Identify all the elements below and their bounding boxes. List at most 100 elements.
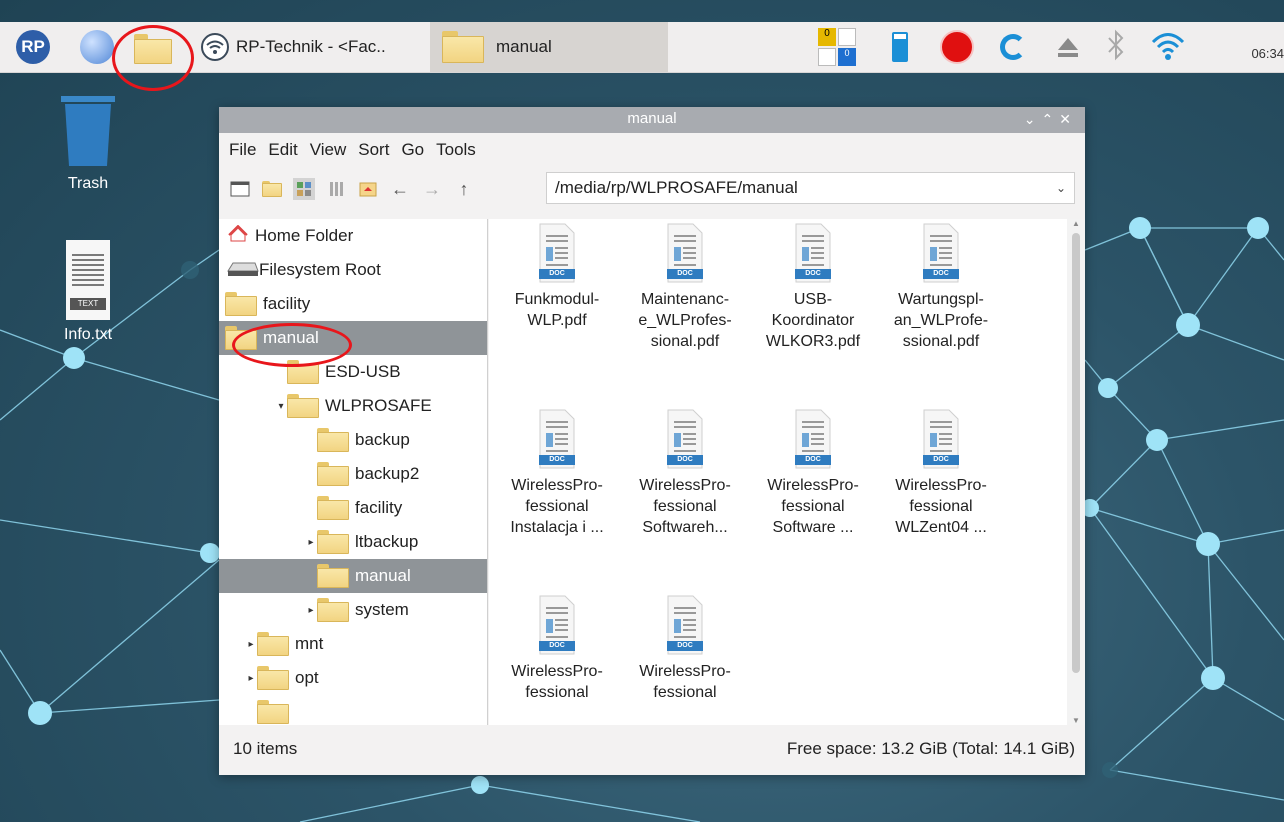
record-stop-icon[interactable] [940,30,974,64]
tree-item[interactable]: ▸ system [219,593,487,627]
doc-badge: DOC [923,455,959,465]
file-item[interactable]: DOC USB- Koordinator WLKOR3.pdf [749,223,877,352]
file-name-line: Wartungspl- [898,291,984,308]
doc-badge: DOC [667,641,703,651]
cpu-monitor-icon[interactable]: 0 0 [818,28,858,68]
clock[interactable]: 06:34 [1251,46,1284,61]
browser-launcher-button[interactable] [80,30,114,64]
file-item[interactable]: DOC Wartungspl-an_WLProfe-ssional.pdf [877,223,1005,352]
tree-item[interactable]: manual [219,559,487,593]
close-icon[interactable]: ✕ [1059,111,1077,127]
tree-item[interactable]: Filesystem Root [219,253,487,287]
tree-item-label: facility [263,294,311,313]
minimize-icon[interactable]: ⌄ [1024,111,1042,127]
path-text: /media/rp/WLPROSAFE/manual [555,178,798,197]
file-name-line: WLZent04 ... [895,519,987,536]
tree-item[interactable]: facility [219,491,487,525]
file-item[interactable]: DOC WirelessPro-fessional Software ... [749,409,877,538]
file-item[interactable]: DOC WirelessPro-fessional Softwareh... [621,409,749,538]
menu-go[interactable]: Go [401,140,424,160]
file-manager-window[interactable]: manual ⌄⌃✕ File Edit View Sort Go Tools … [219,107,1085,775]
file-name: USB- Koordinator WLKOR3.pdf [749,289,877,352]
file-name-line: an_WLProfe- [893,312,989,329]
chevron-down-icon[interactable]: ⌄ [1056,173,1066,203]
file-item[interactable]: DOC Maintenanc-e_WLProfes-sional.pdf [621,223,749,352]
taskbar-window-manual[interactable]: manual [430,22,668,72]
file-item[interactable]: DOC WirelessPro-fessional Instalacja i ... [493,409,621,538]
menu-view[interactable]: View [310,140,347,160]
icon-view-button[interactable] [293,178,315,200]
file-item[interactable]: DOC Funkmodul- WLP.pdf [493,223,621,331]
maximize-icon[interactable]: ⌃ [1042,111,1060,127]
file-name-line: fessional [525,684,589,701]
drive-icon [225,259,259,282]
forward-button[interactable]: → [421,178,443,200]
doc-badge: DOC [667,455,703,465]
expander-closed-icon[interactable]: ▸ [245,673,257,684]
file-item[interactable]: DOC WirelessPro-fessional [493,595,621,703]
expander-open-icon[interactable]: ▾ [275,401,287,412]
desktop-icon-trash[interactable]: Trash [52,96,124,193]
file-grid[interactable]: DOC Funkmodul- WLP.pdf DOC Maintenanc-e_WLPr… [489,219,1067,725]
eject-icon[interactable] [1056,34,1080,60]
expander-closed-icon[interactable]: ▸ [305,605,317,616]
new-window-button[interactable] [229,178,251,200]
tree-item[interactable]: ▸ ltbackup [219,525,487,559]
tree-item-label: mnt [295,634,324,653]
tree-item[interactable]: backup2 [219,457,487,491]
window-title: manual [627,110,677,127]
raspberry-menu-button[interactable]: RP [16,30,50,64]
desktop-icon-label: Info.txt [63,326,113,343]
scroll-up-icon[interactable]: ▲ [1067,219,1085,228]
desktop-background: RP RP-Technik - <Fac.. manual 0 0 06:34 … [0,0,1284,822]
panes: Home Folder Filesystem Root facility manual… [219,219,1085,725]
file-name: Wartungspl-an_WLProfe-ssional.pdf [877,289,1005,352]
file-name-line: fessional [653,684,717,701]
file-item[interactable]: DOC WirelessPro-fessional [621,595,749,703]
tree-item[interactable]: facility [219,287,487,321]
menu-file[interactable]: File [229,140,256,160]
expander-closed-icon[interactable]: ▸ [305,537,317,548]
file-name: Maintenanc-e_WLProfes-sional.pdf [621,289,749,352]
doc-badge: DOC [923,269,959,279]
file-name-line: WirelessPro- [511,477,603,494]
vertical-scrollbar[interactable]: ▲ ▼ [1067,219,1085,725]
window-icon [230,181,250,197]
wifi-icon[interactable] [1150,28,1186,64]
taskbar-window-title: RP-Technik - <Fac.. [236,37,386,56]
text-badge: TEXT [70,298,106,310]
taskbar-window-rp-technik[interactable]: RP-Technik - <Fac.. [200,32,386,62]
desktop-icon-info-txt[interactable]: TEXT Info.txt [52,240,124,344]
directory-tree[interactable]: Home Folder Filesystem Root facility manual… [219,219,488,725]
tree-item[interactable]: ▸ opt [219,661,487,695]
menu-edit[interactable]: Edit [268,140,297,160]
back-button[interactable]: ← [389,178,411,200]
up-button[interactable]: ↑ [453,178,475,200]
new-folder-button[interactable] [261,178,283,200]
tree-item-label: ltbackup [355,532,419,551]
folder-icon [287,394,319,418]
menu-tools[interactable]: Tools [436,140,476,160]
file-item[interactable]: DOC WirelessPro-fessional WLZent04 ... [877,409,1005,538]
tree-item[interactable]: backup [219,423,487,457]
sync-icon[interactable] [1000,34,1026,60]
bluetooth-icon[interactable] [1106,28,1126,64]
window-titlebar[interactable]: manual ⌄⌃✕ [219,107,1085,133]
battery-icon[interactable] [892,32,908,62]
path-input[interactable]: /media/rp/WLPROSAFE/manual ⌄ [546,172,1075,204]
home-button[interactable] [357,178,379,200]
tree-item[interactable] [219,695,487,725]
document-icon: DOC [923,223,959,283]
expander-closed-icon[interactable]: ▸ [245,639,257,650]
taskbar-window-title: manual [496,37,552,56]
tree-item[interactable]: ▾ WLPROSAFE [219,389,487,423]
doc-badge: DOC [539,641,575,651]
tree-item[interactable]: Home Folder [219,219,487,253]
scroll-down-icon[interactable]: ▼ [1067,716,1085,725]
tree-item[interactable]: ▸ mnt [219,627,487,661]
list-view-button[interactable] [325,178,347,200]
menu-sort[interactable]: Sort [358,140,389,160]
arrow-right-icon: → [423,178,441,199]
scroll-thumb[interactable] [1072,233,1080,673]
file-name-line: WirelessPro- [895,477,987,494]
